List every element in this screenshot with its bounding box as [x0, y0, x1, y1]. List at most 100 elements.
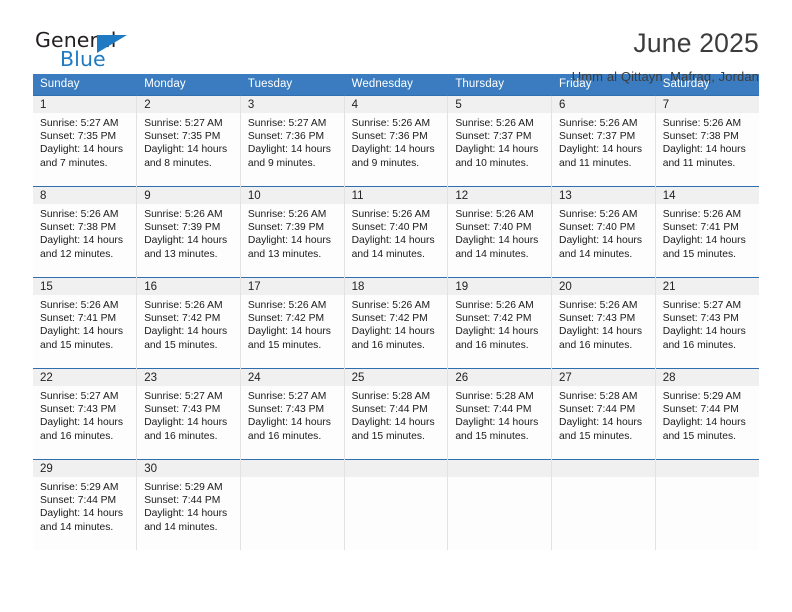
- daylight-text-line2: and 11 minutes.: [559, 157, 632, 169]
- sunrise-text: Sunrise: 5:28 AM: [351, 391, 431, 402]
- daylight-text-line2: and 9 minutes.: [351, 157, 420, 169]
- calendar-day-cell[interactable]: 15 Sunrise: 5:26 AM Sunset: 7:41 PM Dayligh…: [33, 277, 138, 369]
- daylight-text-line1: Daylight: 14 hours: [455, 144, 539, 156]
- day-number: 30: [137, 460, 240, 477]
- daylight-text-line2: and 16 minutes.: [247, 430, 322, 442]
- sunrise-text: Sunrise: 5:26 AM: [662, 118, 742, 129]
- sunrise-text: Sunrise: 5:26 AM: [662, 209, 742, 220]
- calendar-day-cell[interactable]: 29 Sunrise: 5:29 AM Sunset: 7:44 PM Dayligh…: [33, 459, 138, 550]
- calendar-day-cell[interactable]: 9 Sunrise: 5:26 AM Sunset: 7:39 PM Daylight…: [136, 186, 241, 278]
- weekday-header-monday: Monday: [136, 74, 241, 96]
- day-details: Sunrise: 5:29 AM Sunset: 7:44 PM Daylight:…: [137, 477, 240, 534]
- calendar-day-cell[interactable]: 19 Sunrise: 5:26 AM Sunset: 7:42 PM Dayligh…: [447, 277, 553, 369]
- day-number: 4: [344, 96, 448, 113]
- daylight-text-line1: Daylight: 14 hours: [40, 235, 123, 247]
- daylight-text-line2: and 15 minutes.: [559, 430, 633, 442]
- day-number: 26: [448, 369, 552, 386]
- weekday-header-thursday: Thursday: [447, 74, 553, 96]
- day-number: 6: [552, 96, 655, 113]
- daylight-text-line1: Daylight: 14 hours: [144, 144, 228, 156]
- sunrise-text: Sunrise: 5:26 AM: [351, 209, 431, 220]
- sunrise-sunset-calendar: Sunday Monday Tuesday Wednesday Thursday…: [33, 74, 759, 550]
- daylight-text-line2: and 16 minutes.: [144, 430, 218, 442]
- sunset-text: Sunset: 7:40 PM: [455, 222, 532, 234]
- calendar-day-cell[interactable]: 23 Sunrise: 5:27 AM Sunset: 7:43 PM Dayligh…: [136, 368, 241, 460]
- sunrise-text: Sunrise: 5:27 AM: [40, 391, 119, 402]
- day-number: 17: [240, 278, 344, 295]
- day-number: 8: [33, 187, 137, 204]
- calendar-day-cell[interactable]: 24 Sunrise: 5:27 AM Sunset: 7:43 PM Dayligh…: [240, 368, 345, 460]
- calendar-day-cell[interactable]: 17 Sunrise: 5:26 AM Sunset: 7:42 PM Dayligh…: [240, 277, 345, 369]
- calendar-day-cell[interactable]: 2 Sunrise: 5:27 AM Sunset: 7:35 PM Daylight…: [136, 95, 241, 187]
- page-masthead: General Blue June 2025 Umm al Qittayn, M…: [33, 0, 759, 84]
- daylight-text-line2: and 16 minutes.: [455, 339, 529, 351]
- calendar-day-cell[interactable]: 10 Sunrise: 5:26 AM Sunset: 7:39 PM Dayligh…: [240, 186, 345, 278]
- day-details: Sunrise: 5:28 AM Sunset: 7:44 PM Daylight:…: [552, 386, 655, 443]
- daylight-text-line1: Daylight: 14 hours: [247, 326, 331, 338]
- sunset-text: Sunset: 7:44 PM: [559, 404, 636, 416]
- daylight-text-line1: Daylight: 14 hours: [351, 417, 435, 429]
- day-details: Sunrise: 5:29 AM Sunset: 7:44 PM Daylight:…: [33, 477, 136, 534]
- calendar-empty-cell: [655, 459, 759, 550]
- calendar-day-cell[interactable]: 3 Sunrise: 5:27 AM Sunset: 7:36 PM Daylight…: [240, 95, 345, 187]
- calendar-day-cell[interactable]: 8 Sunrise: 5:26 AM Sunset: 7:38 PM Daylight…: [33, 186, 138, 278]
- day-details: Sunrise: 5:26 AM Sunset: 7:38 PM Daylight:…: [656, 113, 759, 170]
- daylight-text-line1: Daylight: 14 hours: [351, 235, 435, 247]
- day-details: [552, 477, 655, 481]
- daylight-text-line2: and 15 minutes.: [247, 339, 322, 351]
- calendar-day-cell[interactable]: 5 Sunrise: 5:26 AM Sunset: 7:37 PM Daylight…: [447, 95, 553, 187]
- sunrise-text: Sunrise: 5:26 AM: [247, 209, 327, 220]
- calendar-day-cell[interactable]: 6 Sunrise: 5:26 AM Sunset: 7:37 PM Daylight…: [551, 95, 656, 187]
- calendar-day-cell[interactable]: 14 Sunrise: 5:26 AM Sunset: 7:41 PM Dayligh…: [655, 186, 759, 278]
- calendar-day-cell[interactable]: 26 Sunrise: 5:28 AM Sunset: 7:44 PM Dayligh…: [447, 368, 553, 460]
- calendar-day-cell[interactable]: 7 Sunrise: 5:26 AM Sunset: 7:38 PM Daylight…: [655, 95, 759, 187]
- sunset-text: Sunset: 7:35 PM: [40, 131, 117, 143]
- calendar-day-cell[interactable]: 27 Sunrise: 5:28 AM Sunset: 7:44 PM Dayligh…: [551, 368, 656, 460]
- sunrise-text: Sunrise: 5:26 AM: [144, 300, 223, 311]
- day-details: Sunrise: 5:26 AM Sunset: 7:41 PM Daylight:…: [33, 295, 136, 352]
- daylight-text-line1: Daylight: 14 hours: [559, 326, 643, 338]
- day-details: [448, 477, 551, 481]
- sunset-text: Sunset: 7:42 PM: [144, 313, 221, 325]
- day-number: 23: [137, 369, 240, 386]
- day-number: [552, 460, 655, 477]
- calendar-day-cell[interactable]: 18 Sunrise: 5:26 AM Sunset: 7:42 PM Dayligh…: [344, 277, 449, 369]
- daylight-text-line1: Daylight: 14 hours: [351, 144, 435, 156]
- calendar-day-cell[interactable]: 1 Sunrise: 5:27 AM Sunset: 7:35 PM Daylight…: [33, 95, 138, 187]
- daylight-text-line2: and 13 minutes.: [247, 248, 322, 260]
- calendar-day-cell[interactable]: 22 Sunrise: 5:27 AM Sunset: 7:43 PM Dayligh…: [33, 368, 138, 460]
- sunrise-text: Sunrise: 5:28 AM: [559, 391, 638, 402]
- calendar-day-cell[interactable]: 30 Sunrise: 5:29 AM Sunset: 7:44 PM Dayligh…: [136, 459, 241, 550]
- calendar-day-cell[interactable]: 20 Sunrise: 5:26 AM Sunset: 7:43 PM Dayligh…: [551, 277, 656, 369]
- sunset-text: Sunset: 7:37 PM: [455, 131, 532, 143]
- day-number: 22: [33, 369, 137, 386]
- sunset-text: Sunset: 7:39 PM: [144, 222, 221, 234]
- sunrise-text: Sunrise: 5:26 AM: [247, 300, 327, 311]
- sunrise-text: Sunrise: 5:26 AM: [559, 300, 638, 311]
- day-number: 13: [552, 187, 655, 204]
- sunset-text: Sunset: 7:43 PM: [144, 404, 221, 416]
- sunrise-text: Sunrise: 5:26 AM: [40, 209, 119, 220]
- general-blue-logo[interactable]: General Blue: [33, 30, 143, 76]
- calendar-day-cell[interactable]: 12 Sunrise: 5:26 AM Sunset: 7:40 PM Dayligh…: [447, 186, 553, 278]
- calendar-day-cell[interactable]: 16 Sunrise: 5:26 AM Sunset: 7:42 PM Dayligh…: [136, 277, 241, 369]
- sunrise-text: Sunrise: 5:29 AM: [662, 391, 742, 402]
- calendar-day-cell[interactable]: 21 Sunrise: 5:27 AM Sunset: 7:43 PM Dayligh…: [655, 277, 759, 369]
- day-number: 2: [137, 96, 240, 113]
- sunrise-text: Sunrise: 5:28 AM: [455, 391, 534, 402]
- daylight-text-line1: Daylight: 14 hours: [559, 235, 643, 247]
- day-details: Sunrise: 5:26 AM Sunset: 7:39 PM Daylight:…: [241, 204, 344, 261]
- day-number: 25: [344, 369, 448, 386]
- day-details: Sunrise: 5:26 AM Sunset: 7:42 PM Daylight:…: [345, 295, 448, 352]
- daylight-text-line1: Daylight: 14 hours: [662, 235, 746, 247]
- day-details: Sunrise: 5:27 AM Sunset: 7:43 PM Daylight:…: [656, 295, 759, 352]
- day-number: 3: [240, 96, 344, 113]
- day-number: 21: [655, 278, 759, 295]
- calendar-day-cell[interactable]: 13 Sunrise: 5:26 AM Sunset: 7:40 PM Dayligh…: [551, 186, 656, 278]
- calendar-day-cell[interactable]: 4 Sunrise: 5:26 AM Sunset: 7:36 PM Daylight…: [344, 95, 449, 187]
- daylight-text-line2: and 14 minutes.: [351, 248, 425, 260]
- calendar-day-cell[interactable]: 11 Sunrise: 5:26 AM Sunset: 7:40 PM Dayligh…: [344, 186, 449, 278]
- calendar-day-cell[interactable]: 28 Sunrise: 5:29 AM Sunset: 7:44 PM Dayligh…: [655, 368, 759, 460]
- calendar-day-cell[interactable]: 25 Sunrise: 5:28 AM Sunset: 7:44 PM Dayligh…: [344, 368, 449, 460]
- sunrise-text: Sunrise: 5:26 AM: [455, 300, 534, 311]
